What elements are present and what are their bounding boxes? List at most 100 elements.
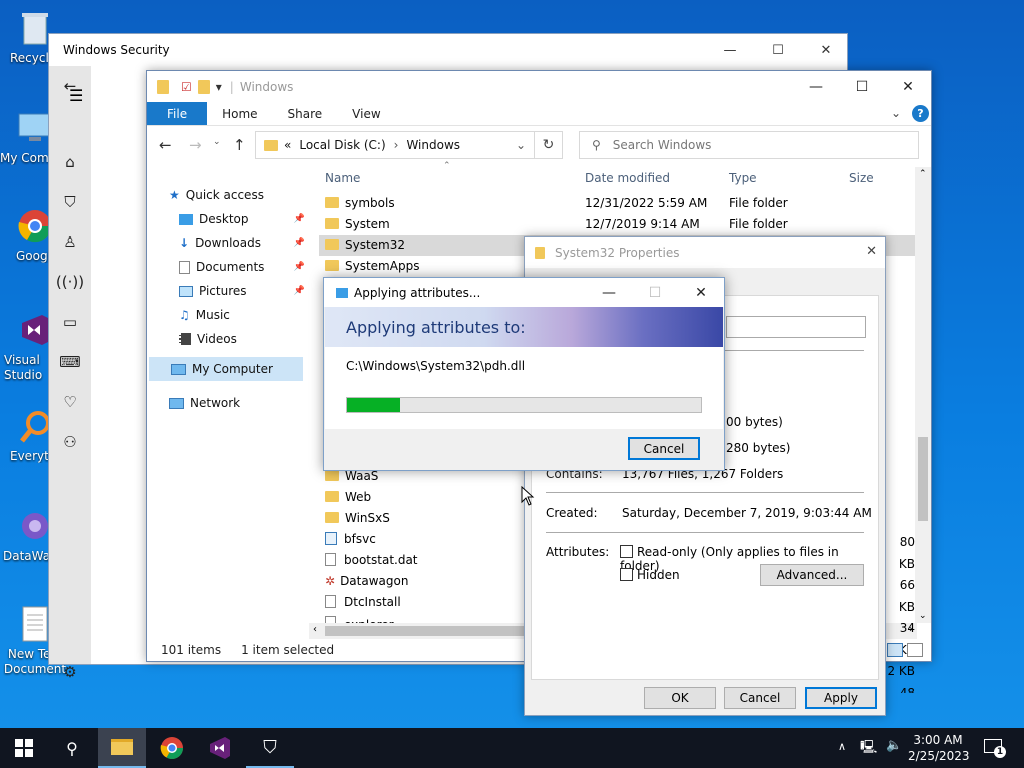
qat-dropdown-icon[interactable]: ▾ bbox=[216, 80, 222, 94]
search-button[interactable]: ⚲ bbox=[48, 728, 96, 768]
account-icon[interactable]: ♙ bbox=[49, 222, 91, 262]
file-name: symbols bbox=[345, 196, 395, 210]
hidden-checkbox[interactable]: Hidden bbox=[620, 568, 680, 582]
nav-documents[interactable]: Documents 📌 bbox=[179, 256, 307, 278]
taskbar-file-explorer[interactable] bbox=[98, 728, 146, 768]
large-icons-view-icon[interactable] bbox=[907, 643, 923, 657]
forward-arrow-icon[interactable]: → bbox=[189, 136, 202, 154]
address-overflow[interactable]: « bbox=[284, 138, 291, 152]
minimize-button[interactable]: — bbox=[793, 71, 839, 102]
close-button[interactable]: ✕ bbox=[803, 34, 849, 66]
start-button[interactable] bbox=[0, 728, 48, 768]
home-icon[interactable]: ⌂ bbox=[49, 142, 91, 182]
hidden-label: Hidden bbox=[637, 568, 680, 582]
cancel-button[interactable]: Cancel bbox=[724, 687, 796, 709]
breadcrumb-local-disk[interactable]: Local Disk (C:) bbox=[299, 138, 385, 152]
file-name: bfsvc bbox=[344, 532, 376, 546]
nav-desktop[interactable]: Desktop 📌 bbox=[179, 208, 307, 230]
desktop-icon-label: DataWagon bbox=[3, 549, 48, 563]
maximize-button[interactable]: ☐ bbox=[839, 71, 885, 102]
scroll-down-icon[interactable]: ⌄ bbox=[919, 611, 927, 621]
checkbox-box[interactable] bbox=[620, 568, 633, 581]
column-date-modified[interactable]: Date modified bbox=[585, 171, 670, 185]
help-icon[interactable]: ? bbox=[912, 105, 929, 122]
hamburger-icon[interactable]: ☰ bbox=[69, 86, 83, 105]
apply-label: Apply bbox=[824, 691, 858, 705]
device-icon[interactable]: ⌨ bbox=[49, 342, 91, 382]
apply-button[interactable]: Apply bbox=[805, 687, 877, 709]
scrollbar-thumb[interactable] bbox=[918, 437, 928, 521]
file-row[interactable]: System 12/7/2019 9:14 AM File folder bbox=[319, 214, 915, 235]
nav-music[interactable]: ♫ Music bbox=[179, 304, 307, 326]
scrollbar-thumb[interactable] bbox=[325, 626, 525, 636]
advanced-button[interactable]: Advanced... bbox=[760, 564, 864, 586]
shield-icon[interactable]: ⛉ bbox=[49, 182, 91, 222]
progress-fill bbox=[347, 398, 401, 412]
taskbar-visual-studio[interactable] bbox=[196, 728, 244, 768]
network-status-icon[interactable]: 🖳 bbox=[860, 738, 877, 760]
expand-ribbon-icon[interactable]: ⌄ bbox=[891, 106, 901, 120]
close-button[interactable]: ✕ bbox=[678, 278, 724, 307]
settings-gear-icon[interactable]: ⚙ bbox=[49, 652, 91, 692]
volume-icon[interactable]: 🔈 bbox=[886, 738, 902, 753]
file-date: 12/31/2022 5:59 AM bbox=[585, 196, 708, 210]
network-icon[interactable]: ((·)) bbox=[49, 262, 91, 302]
app-browser-icon[interactable]: ▭ bbox=[49, 302, 91, 342]
scroll-up-icon[interactable]: ⌃ bbox=[919, 169, 927, 179]
cancel-button[interactable]: Cancel bbox=[628, 437, 700, 460]
vertical-scrollbar[interactable]: ⌃ ⌄ bbox=[915, 167, 931, 623]
maximize-button[interactable]: ☐ bbox=[755, 34, 801, 66]
nav-my-computer[interactable]: My Computer bbox=[149, 357, 303, 381]
back-arrow-icon[interactable]: ← bbox=[159, 136, 172, 154]
search-input[interactable]: ⚲ Search Windows bbox=[579, 131, 919, 159]
nav-pictures[interactable]: Pictures 📌 bbox=[179, 280, 307, 302]
up-arrow-icon[interactable]: ↑ bbox=[233, 136, 246, 154]
breadcrumb-windows[interactable]: Windows bbox=[406, 138, 460, 152]
properties-icon[interactable]: ☑ bbox=[181, 80, 192, 94]
column-name[interactable]: Name bbox=[325, 171, 360, 185]
column-type[interactable]: Type bbox=[729, 171, 757, 185]
nav-quick-access[interactable]: ★ Quick access bbox=[169, 184, 304, 206]
folder-icon bbox=[325, 491, 339, 502]
show-hidden-icons-icon[interactable]: ∧ bbox=[838, 740, 846, 753]
tab-file[interactable]: File bbox=[147, 102, 208, 125]
close-button[interactable]: ✕ bbox=[885, 71, 931, 102]
ok-button[interactable]: OK bbox=[644, 687, 716, 709]
details-view-icon[interactable] bbox=[887, 643, 903, 657]
scroll-left-icon[interactable]: ‹ bbox=[313, 624, 317, 635]
folder-icon bbox=[197, 79, 210, 94]
taskbar-windows-security[interactable]: ⛉ bbox=[246, 728, 294, 768]
action-center-button[interactable]: 1 bbox=[982, 736, 1006, 758]
address-bar[interactable]: « Local Disk (C:) › Windows ⌄ bbox=[255, 131, 535, 159]
nav-downloads[interactable]: ↓ Downloads 📌 bbox=[179, 232, 307, 254]
folder-icon bbox=[535, 247, 545, 259]
tab-share[interactable]: Share bbox=[273, 102, 338, 125]
nav-network[interactable]: Network bbox=[169, 392, 304, 414]
checkbox-box[interactable] bbox=[620, 545, 633, 558]
address-dropdown-icon[interactable]: ⌄ bbox=[516, 138, 526, 152]
health-icon[interactable]: ♡ bbox=[49, 382, 91, 422]
desktop-icon-label: My Computer bbox=[0, 151, 48, 165]
applying-attributes-dialog[interactable]: Applying attributes... — ☐ ✕ Applying at… bbox=[323, 277, 725, 471]
minimize-button[interactable]: — bbox=[707, 34, 753, 66]
tab-view[interactable]: View bbox=[337, 102, 395, 125]
family-icon[interactable]: ⚇ bbox=[49, 422, 91, 462]
taskbar-chrome[interactable] bbox=[148, 728, 196, 768]
desktop-icon-label: Everything bbox=[10, 449, 48, 463]
column-size[interactable]: Size bbox=[849, 171, 874, 185]
clock[interactable]: 3:00 AM 2/25/2023 bbox=[908, 732, 970, 764]
file-size: 2 KB bbox=[887, 664, 915, 678]
tab-home[interactable]: Home bbox=[207, 102, 272, 125]
nav-videos[interactable]: Videos bbox=[179, 328, 307, 350]
file-type: File folder bbox=[729, 196, 788, 210]
network-icon bbox=[169, 397, 184, 409]
minimize-button[interactable]: — bbox=[586, 278, 632, 307]
close-button[interactable]: ✕ bbox=[866, 244, 877, 259]
folder-icon bbox=[325, 218, 339, 229]
file-name: WinSxS bbox=[345, 511, 390, 525]
dialog-banner: Applying attributes to: bbox=[325, 307, 723, 347]
refresh-button[interactable]: ↻ bbox=[535, 131, 563, 159]
file-row[interactable]: symbols 12/31/2022 5:59 AM File folder bbox=[319, 193, 915, 214]
folder-name-input[interactable] bbox=[726, 316, 866, 338]
recent-locations-icon[interactable]: ⌄ bbox=[213, 137, 221, 147]
